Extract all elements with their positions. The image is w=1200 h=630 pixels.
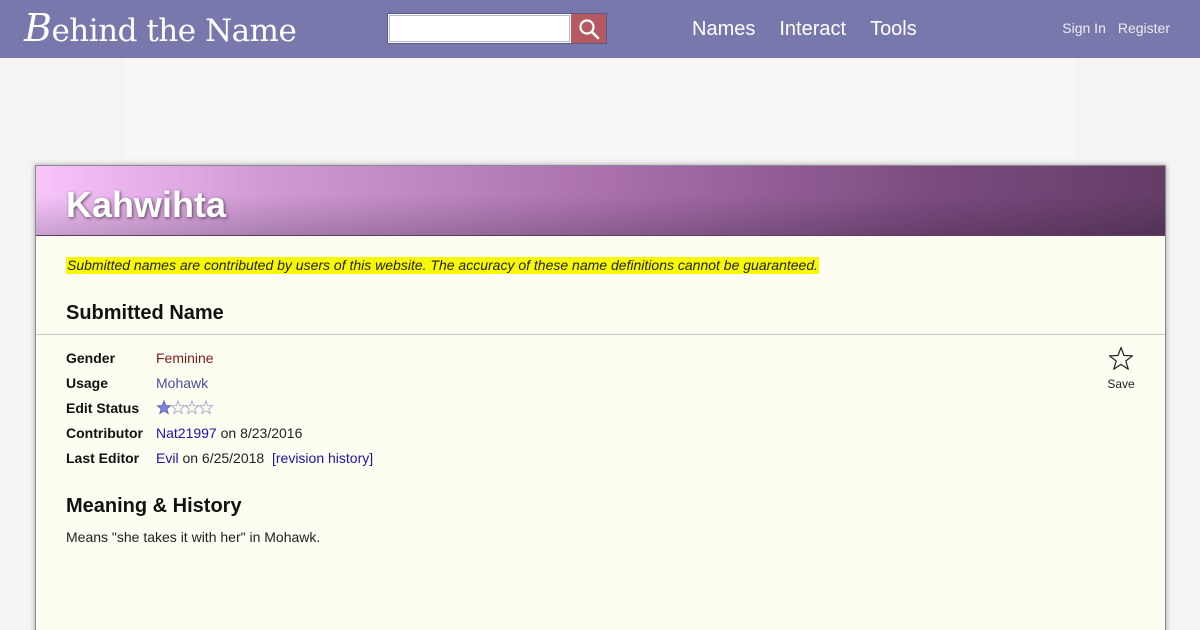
ad-space [125,58,1075,158]
name-header: Kahwihta [36,166,1165,236]
register-link[interactable]: Register [1118,20,1170,37]
nav-tools[interactable]: Tools [870,17,917,41]
star-filled-icon [156,399,172,415]
contributor-link[interactable]: Nat21997 [156,425,217,441]
save-label: Save [1107,377,1135,391]
usage-label: Usage [66,375,109,391]
star-empty-icon [184,399,200,415]
account-links: Sign In Register [1062,20,1170,37]
logo-text: ehind the Name [51,13,297,49]
name-card: Kahwihta Submitted names are contributed… [35,165,1166,630]
nav-interact[interactable]: Interact [779,17,846,41]
nav-names[interactable]: Names [692,17,755,41]
revision-history-link[interactable]: [revision history] [272,450,373,466]
rating-stars-icon [156,399,214,415]
search-box [387,13,607,44]
gender-label: Gender [66,350,116,366]
top-bar: Behind the Name Names Interact Tools Sig… [0,0,1200,58]
last-editor-date: on 6/25/2018 [182,450,265,466]
star-outline-icon [1108,346,1134,370]
star-empty-icon [198,399,214,415]
last-editor-link[interactable]: Evil [156,450,179,466]
last-editor-label: Last Editor [66,450,140,466]
sign-in-link[interactable]: Sign In [1062,20,1106,37]
contributor-label: Contributor [66,425,143,441]
edit-status-label: Edit Status [66,400,140,416]
section-divider [36,334,1165,335]
star-empty-icon [170,399,186,415]
section-title-submitted-name: Submitted Name [66,302,224,324]
section-title-meaning: Meaning & History [66,495,242,517]
usage-link[interactable]: Mohawk [156,375,208,391]
contributor-date: on 8/23/2016 [220,425,303,441]
gender-link[interactable]: Feminine [156,350,214,366]
meaning-text: Means "she takes it with her" in Mohawk. [66,529,321,545]
edit-status-stars[interactable] [156,399,214,419]
save-button[interactable]: Save [1106,346,1136,391]
main-nav: Names Interact Tools [692,17,917,41]
logo-initial: B [24,6,52,50]
search-input[interactable] [389,15,570,42]
search-icon [578,18,599,39]
disclaimer-text: Submitted names are contributed by users… [66,257,819,274]
site-logo[interactable]: Behind the Name [24,6,297,51]
page-title: Kahwihta [66,184,227,225]
search-button[interactable] [571,14,606,43]
